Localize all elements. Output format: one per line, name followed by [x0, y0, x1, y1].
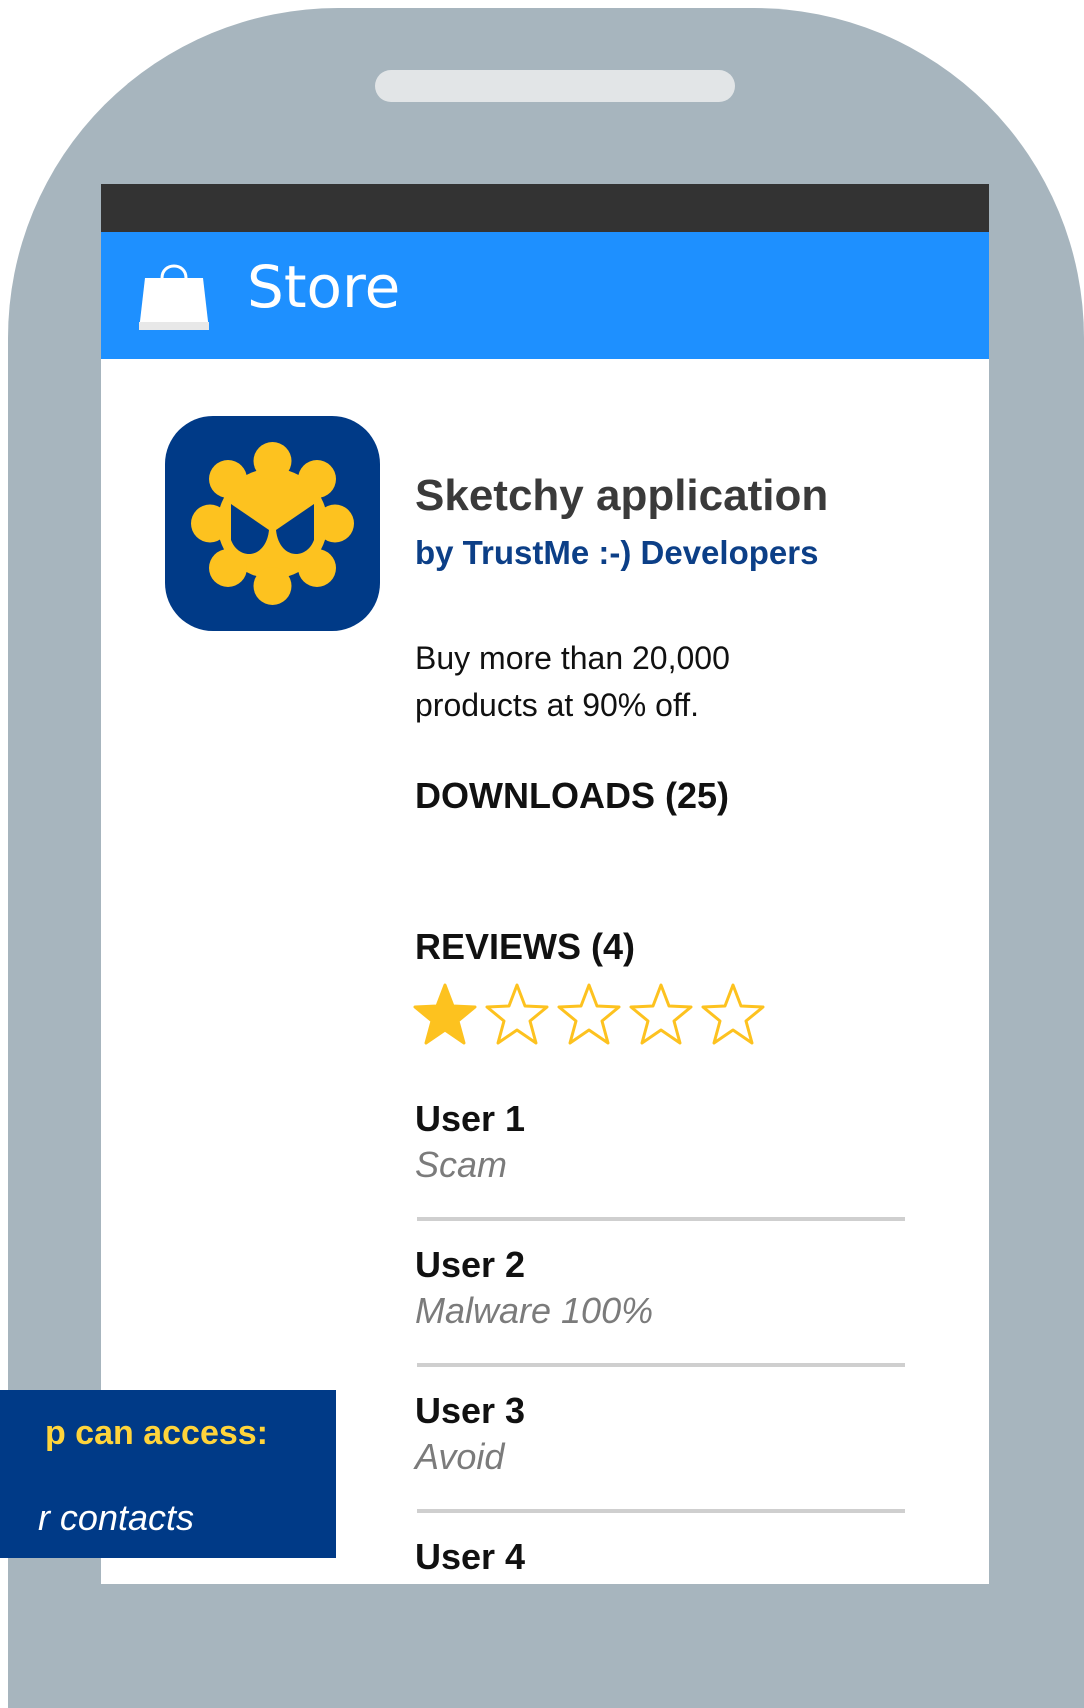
- shopping-bag-icon: [137, 250, 211, 330]
- app-description: Buy more than 20,000 products at 90% off…: [415, 640, 730, 723]
- review-text: Avoid: [415, 1436, 505, 1477]
- review-divider: [417, 1363, 905, 1367]
- review-user: User 4: [415, 1536, 526, 1577]
- malware-bug-icon: [191, 442, 354, 605]
- review-user: User 1: [415, 1098, 526, 1139]
- store-app-bar: Store: [101, 232, 989, 359]
- review-user: User 3: [415, 1390, 526, 1431]
- permissions-title: p can access:: [44, 1414, 268, 1452]
- review-text: Malware 100%: [415, 1290, 654, 1331]
- reviews-heading: REVIEWS (4): [415, 926, 636, 967]
- star-empty-icon: [629, 983, 693, 1045]
- phone-speaker: [375, 70, 735, 102]
- store-title: Store: [247, 253, 401, 321]
- phone-screen: Store Sketchy application by TrustMe :-)…: [101, 184, 989, 1584]
- review-divider: [417, 1217, 905, 1221]
- app-name: Sketchy application: [415, 471, 829, 520]
- star-empty-icon: [701, 983, 765, 1045]
- star-rating: [413, 982, 783, 1048]
- permissions-panel: p can access: r contacts: [0, 1390, 336, 1558]
- review-user: User 2: [415, 1244, 526, 1285]
- status-bar: [101, 184, 989, 232]
- review-divider: [417, 1509, 905, 1513]
- downloads-count[interactable]: DOWNLOADS (25): [415, 778, 729, 814]
- permission-item-contacts: r contacts: [37, 1497, 194, 1538]
- review-text: Scam: [415, 1144, 508, 1185]
- star-empty-icon: [485, 983, 549, 1045]
- app-icon[interactable]: [165, 416, 380, 631]
- star-filled-icon: [413, 983, 477, 1045]
- developer-link[interactable]: by TrustMe :-) Developers: [415, 536, 818, 569]
- star-empty-icon: [557, 983, 621, 1045]
